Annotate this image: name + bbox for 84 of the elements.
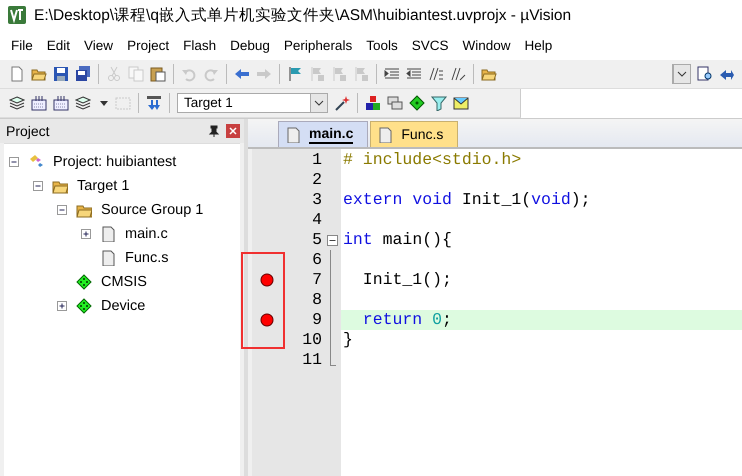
close-button[interactable] xyxy=(226,124,240,138)
code-line: # include<stdio.h> xyxy=(343,150,522,169)
magic-wand-icon xyxy=(334,95,350,111)
document-search-icon xyxy=(697,66,713,82)
line-number: 6 xyxy=(311,250,322,270)
right-arrow-icon xyxy=(256,66,272,82)
file-icon xyxy=(100,250,116,266)
clipboard-icon xyxy=(150,66,166,82)
line-number: 2 xyxy=(311,170,322,190)
line-number: 1 xyxy=(311,150,322,170)
new-file-icon xyxy=(9,66,25,82)
collapse-toggle[interactable] xyxy=(9,157,19,167)
line-number: 4 xyxy=(311,210,322,230)
collapse-toggle[interactable] xyxy=(327,234,338,246)
menu-item[interactable]: Project xyxy=(120,38,176,52)
breakpoint-icon[interactable] xyxy=(260,273,274,287)
code-line: Init_1(); xyxy=(362,270,452,289)
scissors-icon xyxy=(106,66,122,82)
tree-item[interactable]: Project: huibiantest xyxy=(53,154,176,170)
copy-icon xyxy=(128,66,144,82)
line-number: 7 xyxy=(311,270,322,290)
menu-item[interactable]: Edit xyxy=(40,38,78,52)
menu-item[interactable]: View xyxy=(77,38,120,52)
pin-icon xyxy=(208,125,220,137)
caret-icon xyxy=(677,70,687,78)
project-icon xyxy=(28,154,44,170)
left-arrow-icon xyxy=(234,66,250,82)
diamond-icon xyxy=(76,274,92,290)
download-arrows-icon xyxy=(146,95,162,111)
layers-icon xyxy=(75,95,91,111)
menu-item[interactable]: Peripherals xyxy=(276,38,360,52)
collapse-toggle[interactable] xyxy=(57,205,67,215)
floppy-disks-icon xyxy=(75,66,91,82)
menu-item[interactable]: Debug xyxy=(223,38,277,52)
menu-item[interactable]: Flash xyxy=(176,38,224,52)
tree-item[interactable]: CMSIS xyxy=(101,274,147,290)
file-icon xyxy=(377,126,394,142)
tree-item[interactable]: Source Group 1 xyxy=(101,202,204,218)
layers-icon xyxy=(9,95,25,111)
tree-item[interactable]: main.c xyxy=(125,226,168,242)
blocks-icon xyxy=(365,95,381,111)
target-dropdown[interactable]: Target 1 xyxy=(177,93,328,113)
line-number: 8 xyxy=(311,290,322,310)
editor-tab[interactable]: main.c xyxy=(278,121,368,147)
line-number: 10 xyxy=(301,330,322,350)
expand-toggle[interactable] xyxy=(81,229,91,239)
code-line: } xyxy=(343,330,353,349)
flag-icon xyxy=(353,66,369,82)
code-line: extern void Init_1(void); xyxy=(343,190,591,209)
tree-item[interactable]: Target 1 xyxy=(77,178,130,194)
dropdown[interactable] xyxy=(672,64,691,84)
menu-item[interactable]: Window xyxy=(455,38,518,52)
diamond-icon xyxy=(76,298,92,314)
tree-item[interactable]: Device xyxy=(101,298,146,314)
flag-icon xyxy=(287,66,303,82)
menu-item[interactable]: Tools xyxy=(359,38,405,52)
file-icon xyxy=(285,126,301,142)
panel-title: Project xyxy=(6,123,51,139)
line-number: 3 xyxy=(311,190,322,210)
caret-icon xyxy=(314,99,324,107)
tree-item[interactable]: Func.s xyxy=(125,250,169,266)
app-logo-icon xyxy=(8,6,26,24)
flag-icon xyxy=(309,66,325,82)
line-number: 9 xyxy=(311,310,322,330)
expand-toggle[interactable] xyxy=(57,301,67,311)
window-title: E:\Desktop\课程\q嵌入式单片机实验文件夹\ASM\huibiantest.uvprojx - µVision xyxy=(34,6,572,26)
close-icon xyxy=(228,126,238,136)
uncomment-lines-icon xyxy=(450,66,466,82)
funnel-icon xyxy=(431,95,447,111)
code-line: int main(){ xyxy=(343,230,452,249)
comment-lines-icon xyxy=(428,66,444,82)
menu-item[interactable]: SVCS xyxy=(404,38,456,52)
breakpoint-icon[interactable] xyxy=(260,313,274,327)
line-number: 5 xyxy=(311,230,322,250)
menu-item[interactable]: Help xyxy=(518,38,560,52)
editor-tab[interactable]: Func.s xyxy=(370,121,458,147)
diamond-icon xyxy=(409,95,425,111)
line-number: 11 xyxy=(301,350,322,370)
collapse-toggle[interactable] xyxy=(33,181,43,191)
code-line: return 0; xyxy=(362,310,452,329)
menu-item[interactable]: File xyxy=(4,38,40,52)
flag-icon xyxy=(331,66,347,82)
windows-icon xyxy=(387,95,403,111)
file-icon xyxy=(100,226,116,242)
